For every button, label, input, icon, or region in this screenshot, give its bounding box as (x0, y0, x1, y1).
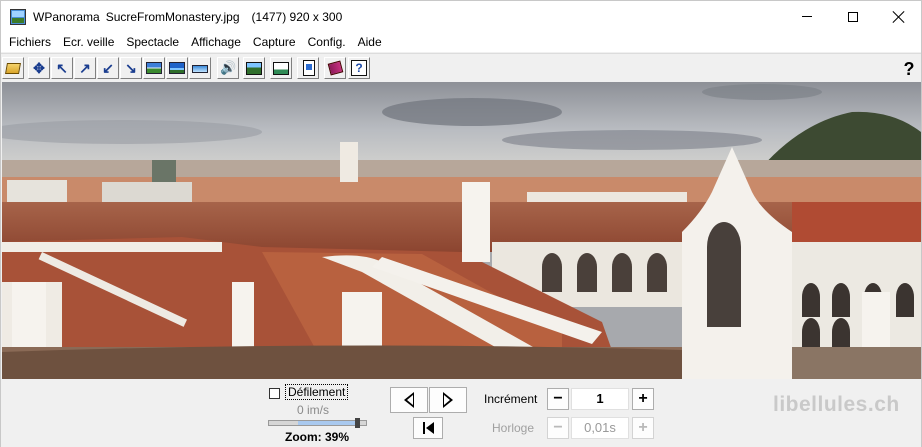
context-help-button[interactable]: ? (348, 57, 370, 79)
menu-aide[interactable]: Aide (352, 32, 388, 52)
app-window: WPanorama SucreFromMonastery.jpg (1477) … (0, 0, 922, 447)
sound-icon: 🔊 (220, 60, 237, 75)
increment-plus-button[interactable]: + (632, 388, 654, 410)
menu-affichage[interactable]: Affichage (185, 32, 247, 52)
control-panel: Défilement 0 im/s Zoom: 39% Incrément − … (1, 379, 921, 447)
move-all-button[interactable]: ✥ (28, 57, 50, 79)
maximize-button[interactable] (830, 1, 876, 32)
panorama-sky-button[interactable] (166, 57, 188, 79)
help-button[interactable]: ? (899, 58, 919, 80)
book-button[interactable] (324, 57, 346, 79)
book-icon (327, 60, 343, 76)
clock-label: Horloge (492, 421, 535, 435)
panorama-image[interactable] (2, 82, 921, 379)
arrow-up-right-icon: ↗ (79, 60, 91, 76)
sound-button[interactable]: 🔊 (217, 57, 239, 79)
landscape-icon (246, 61, 262, 75)
panorama-strip-icon (192, 65, 208, 73)
speed-readout: 0 im/s (297, 403, 330, 417)
move-all-icon: ✥ (33, 60, 45, 76)
arrow-up-left-icon: ↖ (56, 60, 68, 76)
minimize-icon (802, 16, 812, 17)
increment-minus-button[interactable]: − (547, 388, 569, 410)
document-icon (303, 60, 315, 76)
menu-config[interactable]: Config. (302, 32, 352, 52)
app-icon[interactable] (10, 8, 26, 25)
minimize-button[interactable] (784, 1, 830, 32)
menu-bar: Fichiers Ecr. veille Spectacle Affichage… (1, 32, 921, 52)
toolbar: ✥ ↖ ↗ ↙ ↘ 🔊 ? ? (1, 53, 921, 81)
menu-spectacle[interactable]: Spectacle (120, 32, 185, 52)
move-up-left-button[interactable]: ↖ (51, 57, 73, 79)
tools-button[interactable] (270, 57, 292, 79)
panorama-drawing (2, 82, 921, 379)
arrow-down-left-icon: ↙ (102, 60, 114, 76)
clock-value-field[interactable]: 0,01s (571, 417, 629, 439)
open-folder-icon (5, 62, 21, 74)
skip-to-start-icon (422, 422, 434, 434)
tools-icon (273, 61, 289, 75)
landscape-button[interactable] (243, 57, 265, 79)
menu-fichiers[interactable]: Fichiers (3, 32, 57, 52)
previous-button[interactable] (390, 387, 428, 413)
document-button[interactable] (297, 57, 319, 79)
menu-capture[interactable]: Capture (247, 32, 302, 52)
maximize-icon (848, 11, 858, 22)
panorama-view-icon (146, 62, 162, 74)
zoom-slider-thumb[interactable] (355, 418, 360, 428)
menu-ecran-veille[interactable]: Ecr. veille (57, 32, 120, 52)
zoom-readout: Zoom: 39% (285, 430, 350, 444)
window-title-app: WPanorama (33, 9, 100, 24)
scroll-checkbox[interactable] (269, 388, 280, 399)
help-context-icon: ? (351, 60, 367, 76)
panorama-view-button[interactable] (143, 57, 165, 79)
watermark-logo: libellules.ch (773, 393, 900, 416)
close-icon (893, 11, 905, 23)
open-file-button[interactable] (2, 57, 24, 79)
close-button[interactable] (876, 1, 922, 32)
go-to-start-button[interactable] (413, 417, 443, 439)
play-right-icon (443, 392, 453, 408)
zoom-slider-fill (298, 421, 355, 425)
arrow-down-right-icon: ↘ (125, 60, 137, 76)
clock-plus-button[interactable]: + (632, 417, 654, 439)
increment-label: Incrément (484, 392, 538, 406)
window-title-dimensions: (1477) 920 x 300 (251, 9, 343, 24)
panorama-strip-button[interactable] (189, 57, 211, 79)
next-button[interactable] (429, 387, 467, 413)
title-bar: WPanorama SucreFromMonastery.jpg (1477) … (1, 1, 921, 32)
move-down-left-button[interactable]: ↙ (97, 57, 119, 79)
play-left-icon (404, 392, 414, 408)
move-up-right-button[interactable]: ↗ (74, 57, 96, 79)
increment-value-field[interactable]: 1 (571, 388, 629, 410)
zoom-slider[interactable] (268, 418, 367, 428)
panorama-sky-icon (169, 62, 185, 74)
window-title-file: SucreFromMonastery.jpg (105, 9, 240, 24)
scroll-label[interactable]: Défilement (285, 384, 349, 400)
clock-minus-button[interactable]: − (547, 417, 569, 439)
move-down-right-button[interactable]: ↘ (120, 57, 142, 79)
